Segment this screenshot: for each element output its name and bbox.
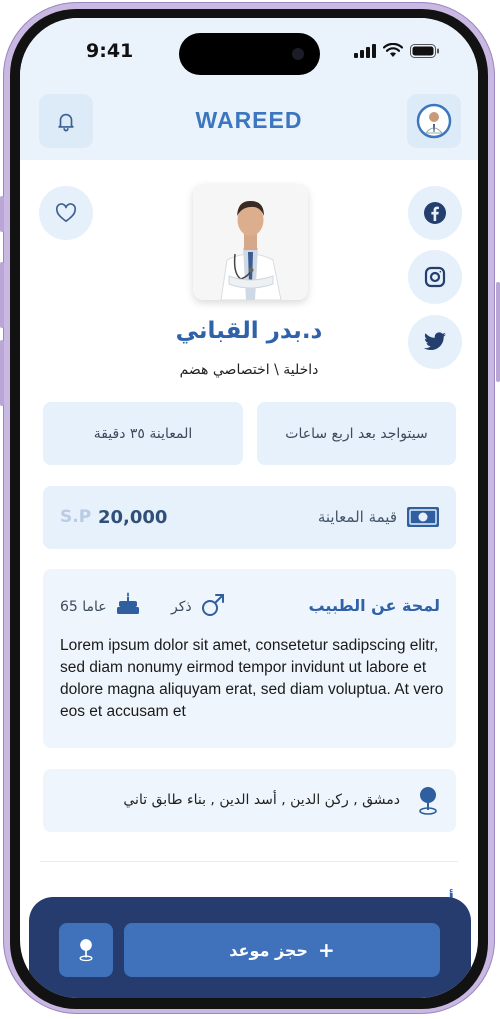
exam-duration-text: المعاينة ٣٥ دقيقة — [93, 425, 193, 442]
location-button[interactable] — [59, 923, 113, 977]
bottom-action-bar: حجز موعد + — [29, 897, 471, 998]
map-pin-icon — [419, 787, 437, 815]
status-time: 9:41 — [86, 40, 134, 62]
instagram-icon — [424, 266, 446, 288]
address-text: دمشق , ركن الدين , أسد الدين , بناء طابق… — [123, 792, 400, 808]
signal-icon — [354, 43, 376, 58]
profile-avatar-button[interactable] — [407, 94, 461, 148]
section-divider — [40, 861, 458, 862]
doctor-photo — [193, 184, 308, 300]
status-bar: 9:41 — [20, 18, 478, 80]
price-label: قيمة المعاينة — [317, 508, 397, 526]
map-pin-icon — [79, 939, 93, 962]
power-button — [496, 282, 500, 382]
avatar — [416, 103, 452, 139]
camera-icon — [292, 48, 304, 60]
banknote-icon — [407, 507, 439, 527]
dynamic-island — [179, 33, 320, 75]
availability-text: سيتواجد بعد اربع ساعات — [285, 425, 428, 442]
favorite-button[interactable] — [39, 186, 93, 240]
male-icon — [202, 594, 224, 616]
status-icons — [354, 43, 440, 58]
app-screen: 9:41 WAREED د.بدر القباني داخلية \ اختصا… — [20, 18, 478, 998]
wifi-icon — [383, 43, 403, 57]
volume-down-button — [0, 340, 4, 406]
gender-label: ذكر — [171, 599, 192, 615]
volume-up-button — [0, 262, 4, 328]
price-card: S.P 20,000 قيمة المعاينة — [43, 486, 456, 549]
doctor-name: د.بدر القباني — [175, 318, 323, 344]
about-doctor-card: لمحة عن الطبيب ذكر عاما 65 Lorem ipsum d… — [43, 569, 456, 748]
doctor-description: Lorem ipsum dolor sit amet, consetetur s… — [60, 637, 444, 720]
price-value: 20,000 — [98, 507, 168, 528]
facebook-icon — [424, 202, 446, 224]
instagram-button[interactable] — [408, 250, 462, 304]
exam-duration-card: المعاينة ٣٥ دقيقة — [43, 402, 243, 465]
price-currency: S.P — [60, 507, 92, 527]
book-appointment-label: حجز موعد — [229, 940, 308, 960]
about-title: لمحة عن الطبيب — [308, 596, 440, 615]
silent-switch — [0, 196, 4, 232]
facebook-button[interactable] — [408, 186, 462, 240]
plus-icon: + — [317, 938, 335, 962]
heart-icon — [55, 203, 77, 222]
address-card: دمشق , ركن الدين , أسد الدين , بناء طابق… — [43, 769, 456, 832]
age-label: عاما 65 — [60, 599, 107, 615]
doctor-specialty: داخلية \ اختصاصي هضم — [179, 362, 319, 378]
cake-icon — [117, 592, 139, 614]
availability-card: سيتواجد بعد اربع ساعات — [257, 402, 456, 465]
book-appointment-button[interactable]: حجز موعد + — [124, 923, 440, 977]
battery-icon — [410, 43, 439, 58]
